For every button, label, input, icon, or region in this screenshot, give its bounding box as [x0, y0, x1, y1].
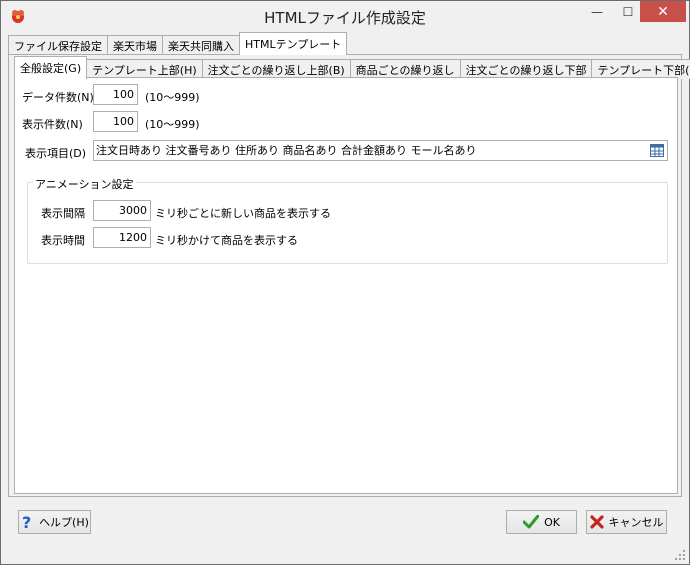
- data-count-label: データ件数(N): [22, 91, 94, 104]
- resize-grip-icon[interactable]: [674, 549, 686, 561]
- tab-rakuten-ichiba[interactable]: 楽天市場: [107, 35, 163, 55]
- display-items-label: 表示項目(D): [25, 147, 87, 160]
- data-count-input[interactable]: 100: [93, 84, 138, 105]
- data-count-range: (10～999): [145, 91, 200, 104]
- duration-label: 表示時間: [41, 234, 85, 247]
- close-icon: ✕: [657, 3, 669, 20]
- maximize-button[interactable]: ☐: [614, 1, 642, 22]
- tab-file-save[interactable]: ファイル保存設定: [8, 35, 108, 55]
- tab-template-bottom[interactable]: テンプレート下部(F): [591, 59, 690, 79]
- svg-text:?: ?: [22, 514, 31, 530]
- interval-input[interactable]: 3000: [93, 200, 151, 221]
- maximize-icon: ☐: [622, 4, 634, 19]
- ok-button-label: OK: [544, 515, 560, 529]
- display-items-field[interactable]: 注文日時あり 注文番号あり 住所あり 商品名あり 合計金額あり モール名あり: [93, 140, 668, 161]
- cross-icon: [589, 515, 604, 529]
- display-count-input[interactable]: 100: [93, 111, 138, 132]
- tab-order-repeat-bottom[interactable]: 注文ごとの繰り返し下部: [459, 59, 593, 79]
- cancel-button-label: キャンセル: [608, 516, 664, 529]
- tab-order-repeat-top[interactable]: 注文ごとの繰り返し上部(B): [201, 59, 351, 79]
- animation-group: [27, 182, 668, 264]
- close-button[interactable]: ✕: [640, 1, 686, 22]
- title-bar: HTMLファイル作成設定 — ☐ ✕: [1, 1, 689, 31]
- interval-label: 表示間隔: [41, 207, 85, 220]
- duration-suffix: ミリ秒かけて商品を表示する: [155, 234, 298, 247]
- animation-group-title: アニメーション設定: [33, 176, 136, 192]
- tab-item-repeat[interactable]: 商品ごとの繰り返し: [349, 59, 461, 79]
- tab-general[interactable]: 全般設定(G): [14, 56, 88, 79]
- table-picker-icon[interactable]: [650, 144, 664, 157]
- dialog-window: HTMLファイル作成設定 — ☐ ✕ ファイル保存設定 楽天市場 楽天共同購入 …: [0, 0, 690, 565]
- display-count-label: 表示件数(N): [22, 118, 83, 131]
- checkmark-icon: [523, 515, 540, 529]
- cancel-button[interactable]: キャンセル: [586, 510, 667, 534]
- inner-tab-strip: 全般設定(G) テンプレート上部(H) 注文ごとの繰り返し上部(B) 商品ごとの…: [14, 56, 690, 79]
- tab-rakuten-group-buy[interactable]: 楽天共同購入: [162, 35, 240, 55]
- help-button[interactable]: ? ヘルプ(H): [18, 510, 91, 534]
- interval-suffix: ミリ秒ごとに新しい商品を表示する: [155, 207, 331, 220]
- display-count-range: (10～999): [145, 118, 200, 131]
- help-button-label: ヘルプ(H): [39, 516, 89, 529]
- minimize-button[interactable]: —: [583, 1, 611, 22]
- ok-button[interactable]: OK: [506, 510, 577, 534]
- tab-template-top[interactable]: テンプレート上部(H): [86, 59, 203, 79]
- duration-input[interactable]: 1200: [93, 227, 151, 248]
- outer-tab-strip: ファイル保存設定 楽天市場 楽天共同購入 HTMLテンプレート: [8, 32, 348, 55]
- minimize-icon: —: [591, 4, 603, 19]
- tab-html-template[interactable]: HTMLテンプレート: [239, 32, 348, 55]
- help-icon: ?: [20, 514, 34, 530]
- display-items-value: 注文日時あり 注文番号あり 住所あり 商品名あり 合計金額あり モール名あり: [96, 144, 477, 157]
